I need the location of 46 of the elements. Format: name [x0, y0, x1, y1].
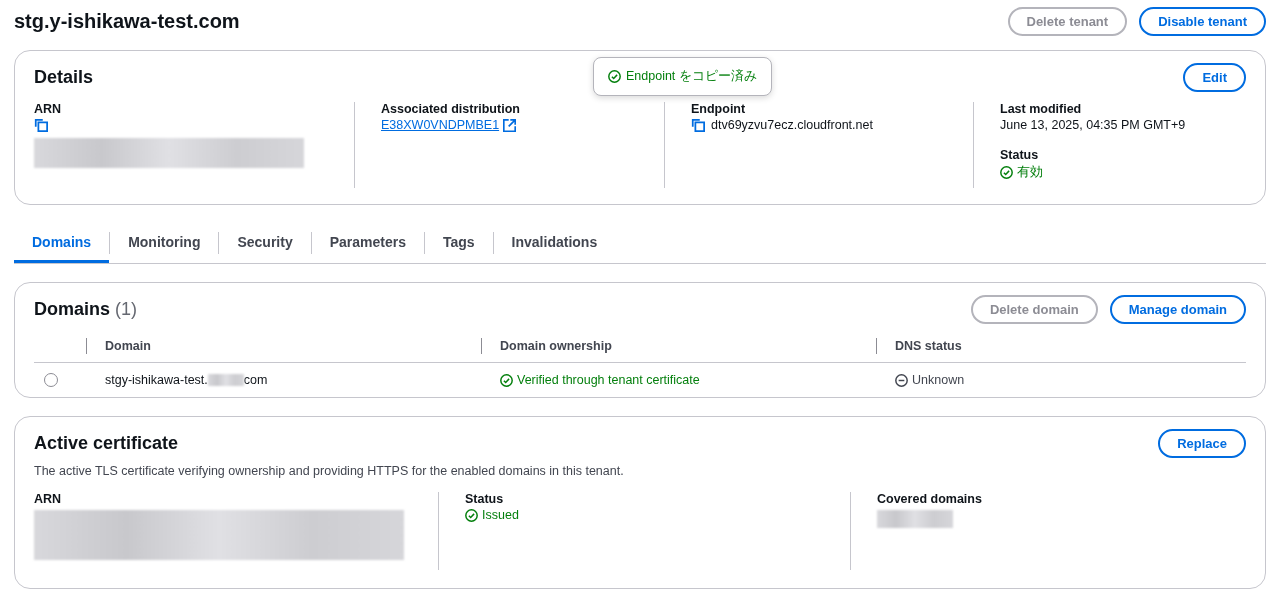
external-link-icon[interactable] [503, 118, 517, 132]
copy-icon[interactable] [34, 118, 48, 132]
field-value: June 13, 2025, 04:35 PM GMT+9 [1000, 118, 1187, 132]
field-label: Status [465, 492, 505, 506]
domain-text: stgy-ishikawa-test. [105, 373, 208, 387]
field-label: ARN [34, 492, 63, 506]
status-text: 有効 [1017, 164, 1043, 181]
column-header: Domain ownership [481, 338, 876, 354]
check-circle-icon [1000, 166, 1013, 179]
section-title: Domains (1) [34, 299, 138, 320]
status-text: Verified through tenant certificate [517, 373, 700, 387]
check-circle-icon [500, 373, 513, 387]
section-description: The active TLS certificate verifying ownership and providing HTTPS for the enabled domains in this tenant. [34, 464, 625, 478]
page-title: stg.y-ishikawa-test.com [14, 9, 240, 33]
domain-text: com [243, 373, 268, 387]
field-label: ARN [34, 102, 63, 116]
edit-button[interactable]: Edit [1183, 63, 1246, 92]
field-label: Last modified [1000, 102, 1083, 116]
tenant-button[interactable]: Disable tenant [1139, 6, 1266, 36]
row-radio[interactable] [44, 373, 58, 387]
column-header: DNS status [876, 338, 1246, 354]
domain-button[interactable]: Manage domain [1109, 295, 1246, 324]
section-title: Details [34, 67, 94, 88]
tooltip-text: Endpoint をコピー済み [626, 68, 757, 85]
status-text: Issued [482, 508, 519, 522]
section-title: Active certificate [34, 433, 179, 454]
distribution-link[interactable]: E38XW0VNDPMBE1 [381, 118, 500, 132]
field-label: Endpoint [691, 102, 747, 116]
copy-icon[interactable] [691, 118, 705, 132]
field-label: Covered domains [877, 492, 983, 506]
field-label: Associated distribution [381, 102, 521, 116]
field-label: Status [1000, 148, 1040, 162]
column-header: Domain [86, 338, 481, 354]
tab[interactable]: Domains [14, 226, 110, 263]
status-text: Unknown [912, 373, 965, 387]
tab[interactable]: Security [219, 226, 311, 263]
tab[interactable]: Tags [424, 226, 493, 263]
check-circle-icon [465, 508, 478, 522]
redacted-text [207, 374, 244, 386]
tab[interactable]: Monitoring [110, 226, 219, 263]
field-value: dtv69yzvu7ecz.cloudfront.net [711, 118, 873, 132]
minus-circle-icon [895, 373, 908, 387]
replace-button[interactable]: Replace [1158, 429, 1246, 458]
check-circle-icon [608, 70, 621, 83]
tab[interactable]: Parameters [311, 226, 424, 263]
tab[interactable]: Invalidations [493, 226, 616, 263]
